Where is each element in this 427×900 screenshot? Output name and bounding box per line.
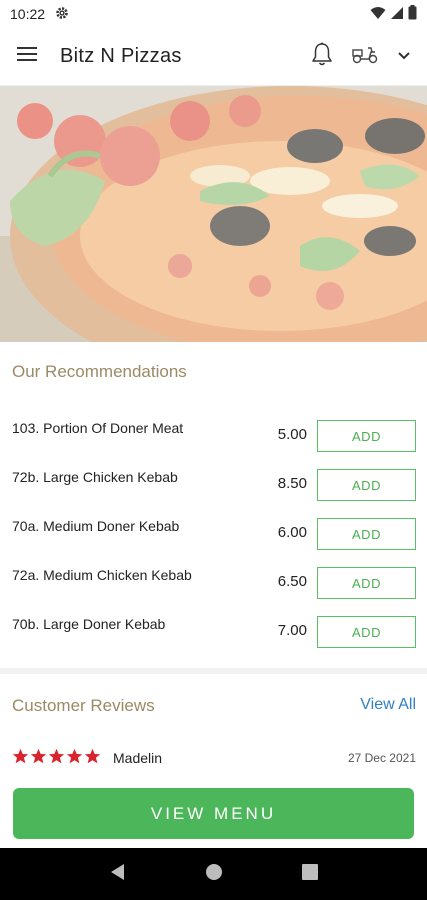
list-item: 72b. Large Chicken Kebab 8.50 ADD <box>0 469 427 503</box>
item-name: 72b. Large Chicken Kebab <box>12 469 178 485</box>
reviewer-name: Madelin <box>113 750 163 766</box>
add-button[interactable]: ADD <box>317 567 416 599</box>
star-icon <box>84 748 101 764</box>
battery-icon <box>408 5 417 23</box>
status-icons <box>370 5 417 23</box>
view-menu-button[interactable]: VIEW MENU <box>13 788 414 839</box>
add-button[interactable]: ADD <box>317 616 416 648</box>
list-item: 70b. Large Doner Kebab 7.00 ADD <box>0 616 427 650</box>
star-icon <box>12 748 29 764</box>
gear-icon <box>55 6 69 23</box>
review-date: 27 Dec 2021 <box>347 751 416 765</box>
item-price: 5.00 <box>277 426 307 443</box>
system-nav-bar <box>0 848 427 900</box>
list-item: 72a. Medium Chicken Kebab 6.50 ADD <box>0 567 427 601</box>
reviews-section: Customer Reviews View All Madelin 27 Dec… <box>0 674 427 786</box>
item-name: 70a. Medium Doner Kebab <box>12 518 180 534</box>
wifi-icon <box>370 6 386 23</box>
list-item: 103. Portion Of Doner Meat 5.00 ADD <box>0 420 427 454</box>
review-item: Madelin 27 Dec 2021 <box>12 748 416 768</box>
reviews-title: Customer Reviews <box>12 696 155 715</box>
signal-icon <box>390 6 404 23</box>
bell-icon[interactable] <box>311 42 333 71</box>
status-time: 10:22 <box>10 6 46 22</box>
view-all-link[interactable]: View All <box>360 696 416 714</box>
item-price: 7.00 <box>277 622 307 639</box>
item-price: 6.50 <box>277 573 307 590</box>
chevron-down-icon[interactable] <box>397 48 411 66</box>
star-icon <box>66 748 83 764</box>
app-title: Bitz N Pizzas <box>60 45 182 67</box>
add-button[interactable]: ADD <box>317 469 416 501</box>
menu-icon[interactable] <box>16 46 38 67</box>
app-bar: Bitz N Pizzas <box>0 28 427 86</box>
star-icon <box>30 748 47 764</box>
app-bar-actions <box>311 42 411 71</box>
item-name: 72a. Medium Chicken Kebab <box>12 567 192 583</box>
item-price: 6.00 <box>277 524 307 541</box>
recents-icon[interactable] <box>301 863 318 885</box>
item-name: 103. Portion Of Doner Meat <box>12 420 184 436</box>
back-icon[interactable] <box>109 863 127 886</box>
hero-pizza-image <box>0 86 427 342</box>
item-price: 8.50 <box>277 475 307 492</box>
star-icon <box>48 748 65 764</box>
delivery-scooter-icon[interactable] <box>351 44 379 69</box>
list-item: 70a. Medium Doner Kebab 6.00 ADD <box>0 518 427 552</box>
status-bar: 10:22 <box>0 0 427 28</box>
star-rating <box>12 748 101 765</box>
add-button[interactable]: ADD <box>317 518 416 550</box>
home-icon[interactable] <box>205 863 223 886</box>
add-button[interactable]: ADD <box>317 420 416 452</box>
recommendations-section: Our Recommendations 103. Portion Of Done… <box>0 342 427 668</box>
item-name: 70b. Large Doner Kebab <box>12 616 166 632</box>
recommendations-title: Our Recommendations <box>12 362 187 381</box>
